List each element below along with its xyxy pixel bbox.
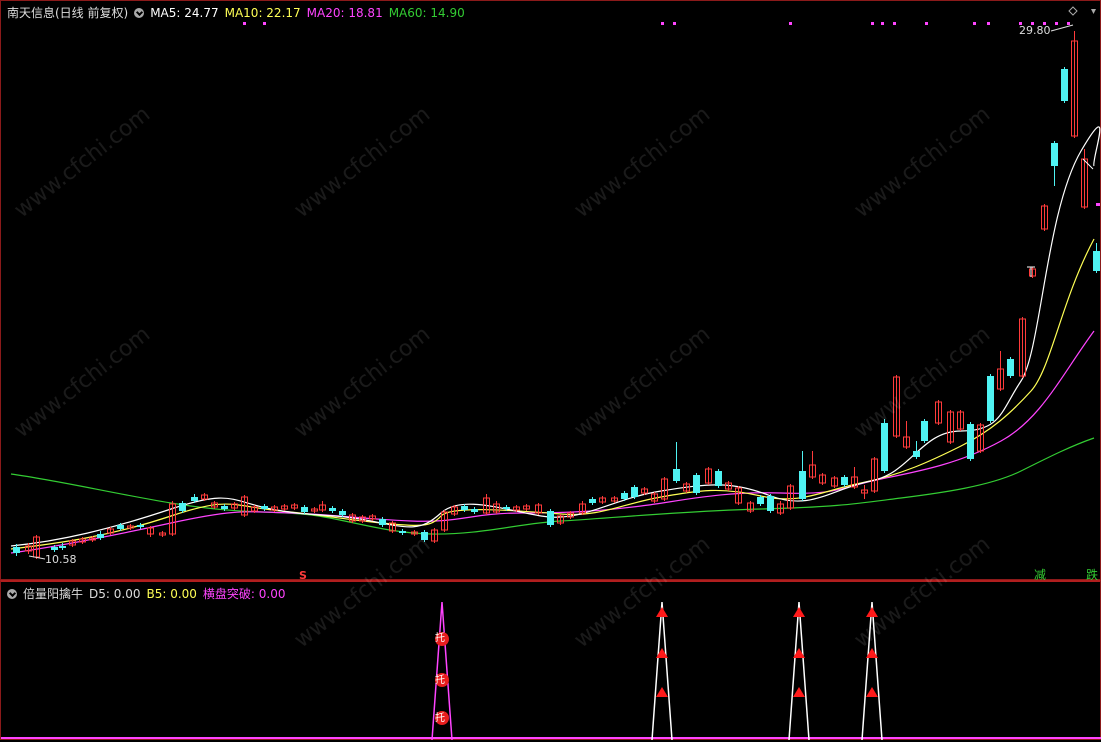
- top-signal-dot: [263, 22, 266, 25]
- right-edge-marker: [1096, 203, 1100, 206]
- candle-body: [589, 499, 596, 503]
- candle-body: [1007, 359, 1014, 376]
- top-signal-dot: [925, 22, 928, 25]
- candle-body: [631, 487, 638, 497]
- top-signal-dot: [987, 22, 990, 25]
- signal-triangle: [866, 687, 878, 697]
- candle-body: [399, 531, 406, 533]
- indicator-panel[interactable]: 倍量阳擒牛 D5: 0.00 B5: 0.00 横盘突破: 0.00 托 托 托: [0, 580, 1101, 741]
- ma5-line: [10, 126, 1101, 547]
- signal-triangle: [793, 687, 805, 697]
- top-signal-dot: [893, 22, 896, 25]
- top-signal-dot: [673, 22, 676, 25]
- candle-body: [621, 493, 628, 499]
- candle-body: [987, 376, 994, 421]
- low-price-label: 10.58: [45, 553, 77, 566]
- candle-body: [673, 469, 680, 481]
- candle-body: [1093, 251, 1100, 271]
- top-signal-dot: [1055, 22, 1058, 25]
- candle-body: [841, 477, 848, 485]
- breakout-spike: [651, 601, 673, 741]
- candle-body: [221, 506, 228, 509]
- signal-triangle: [793, 607, 805, 617]
- candle-body: [967, 424, 974, 459]
- high-pointer-line: [1050, 24, 1074, 32]
- candle-body: [693, 475, 700, 493]
- candle-body: [1061, 69, 1068, 101]
- candle-body: [179, 503, 186, 511]
- candle-body: [799, 471, 806, 499]
- candle-body: [471, 509, 478, 512]
- candle-body: [921, 421, 928, 441]
- diamond-icon: [1068, 6, 1078, 16]
- marker-text-3: 托: [435, 713, 445, 724]
- top-signal-dot: [243, 22, 246, 25]
- candle-body: [757, 497, 764, 504]
- candle-body: [461, 506, 468, 510]
- breakout-spike: [788, 601, 810, 741]
- high-price-label: 29.80: [1019, 24, 1051, 37]
- indicator-chart: [1, 601, 1101, 741]
- candle-body: [51, 547, 58, 550]
- candle-body: [1051, 143, 1058, 166]
- top-signal-dot: [789, 22, 792, 25]
- candlestick-chart[interactable]: [1, 1, 1101, 581]
- candle-body: [715, 471, 722, 486]
- candle-body: [547, 511, 554, 525]
- candle-body: [913, 451, 920, 457]
- top-signal-dot: [1067, 22, 1070, 25]
- candle-body: [261, 506, 268, 509]
- signal-triangle: [656, 607, 668, 617]
- candle-body: [301, 507, 308, 512]
- marker-text-2: 托: [435, 675, 445, 686]
- expand-icon: [1091, 9, 1096, 14]
- candle-body: [191, 497, 198, 501]
- marker-text-1: 托: [435, 633, 445, 644]
- top-signal-dot: [973, 22, 976, 25]
- candle-body: [881, 423, 888, 471]
- candle-body: [379, 519, 386, 525]
- ma10-line: [10, 238, 1095, 550]
- top-signal-dot: [661, 22, 664, 25]
- candle-body: [59, 546, 66, 548]
- candle-body: [503, 507, 510, 509]
- signal-triangle: [656, 687, 668, 697]
- candle-body: [117, 525, 124, 529]
- candle-body: [137, 525, 144, 527]
- candle-body: [97, 534, 104, 538]
- top-signal-dot: [871, 22, 874, 25]
- candle-body: [339, 511, 346, 515]
- candle-body: [13, 547, 20, 553]
- price-chart-panel[interactable]: 南天信息(日线 前复权) MA5: 24.77 MA10: 22.17 MA20: 1…: [0, 0, 1101, 582]
- candle-body: [329, 508, 336, 511]
- candle-body: [767, 496, 774, 511]
- top-signal-dot: [881, 22, 884, 25]
